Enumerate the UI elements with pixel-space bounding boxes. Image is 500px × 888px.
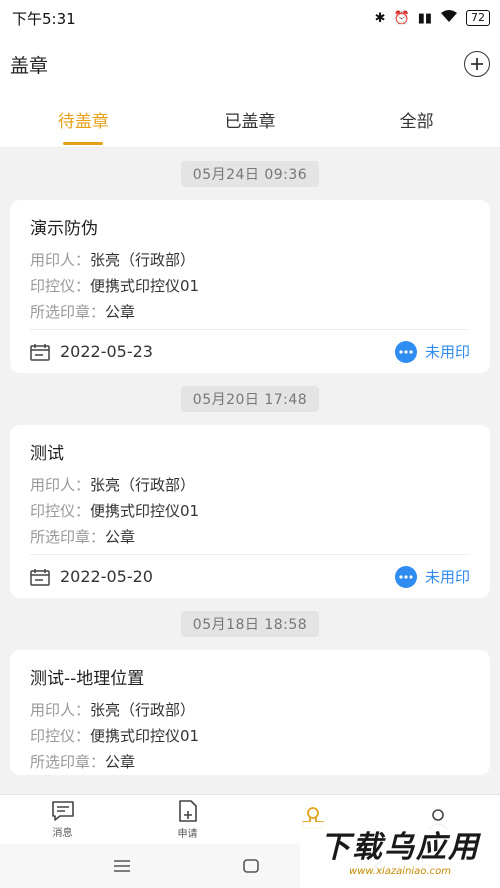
- apply-icon: [178, 800, 197, 822]
- device-label: 印控仪：: [30, 277, 91, 295]
- device-value: 便携式印控仪01: [90, 727, 200, 745]
- date-chip: 05月18日 18:58: [180, 611, 320, 637]
- stamp-card[interactable]: 演示防伪 用印人：张亮（行政部） 印控仪：便携式印控仪01 所选印章：公章 20…: [10, 200, 490, 373]
- seal-row: 所选印章：公章: [30, 749, 470, 775]
- status-label: 未用印: [424, 568, 470, 586]
- date-divider: 05月20日 17:48: [0, 373, 500, 425]
- status-bar: 下午5:31 ✱ ⏰ ▮▮ 72: [0, 0, 500, 36]
- seal-label: 所选印章：: [30, 303, 106, 321]
- user-label: 用印人：: [30, 701, 91, 719]
- user-value: 张亮（行政部）: [90, 476, 196, 494]
- message-icon: [51, 801, 74, 821]
- seal-row: 所选印章：公章: [30, 524, 470, 550]
- app-header: 盖章: [0, 36, 500, 92]
- watermark: 下载乌应用 www.xiazainiao.com: [300, 822, 500, 888]
- card-title: 测试--地理位置: [30, 669, 145, 689]
- device-value: 便携式印控仪01: [90, 502, 200, 520]
- device-label: 印控仪：: [30, 502, 91, 520]
- seal-label: 所选印章：: [30, 753, 106, 771]
- watermark-logo: 下载乌应用: [320, 830, 480, 865]
- plus-icon: [471, 58, 483, 70]
- stamp-card[interactable]: 测试--地理位置 用印人：张亮（行政部） 印控仪：便携式印控仪01 所选印章：公…: [10, 650, 490, 775]
- signal-icon: ▮▮: [417, 10, 432, 26]
- battery-indicator: 72: [466, 10, 490, 26]
- user-value: 张亮（行政部）: [90, 701, 196, 719]
- device-row: 印控仪：便携式印控仪01: [30, 723, 470, 749]
- status-icons: ✱ ⏰ ▮▮ 72: [375, 9, 490, 27]
- date-chip: 05月24日 09:36: [180, 161, 320, 187]
- status-label: 未用印: [424, 343, 470, 361]
- more-dots-icon: [394, 565, 417, 588]
- device-row: 印控仪：便携式印控仪01: [30, 273, 470, 299]
- calendar-icon: [30, 343, 50, 361]
- card-footer: 2022-05-23 未用印: [30, 329, 470, 373]
- calendar-icon: [30, 568, 50, 586]
- user-row: 用印人：张亮（行政部）: [30, 697, 470, 723]
- card-title: 测试: [30, 444, 64, 464]
- seal-value: 公章: [105, 753, 136, 771]
- alarm-icon: ⏰: [393, 10, 410, 26]
- seal-row: 所选印章：公章: [30, 299, 470, 325]
- card-footer: 2022-05-20 未用印: [30, 554, 470, 598]
- nav-messages[interactable]: 消息: [0, 795, 125, 844]
- user-row: 用印人：张亮（行政部）: [30, 472, 470, 498]
- device-value: 便携式印控仪01: [90, 277, 200, 295]
- seal-value: 公章: [105, 528, 136, 546]
- nav-label: 消息: [52, 828, 73, 839]
- device-label: 印控仪：: [30, 727, 91, 745]
- date-divider: 05月18日 18:58: [0, 598, 500, 650]
- tab-pending[interactable]: 待盖章: [0, 92, 167, 147]
- tab-bar: 待盖章 已盖章 全部: [0, 92, 500, 148]
- user-row: 用印人：张亮（行政部）: [30, 247, 470, 273]
- card-title: 演示防伪: [30, 219, 98, 239]
- seal-value: 公章: [105, 303, 136, 321]
- user-label: 用印人：: [30, 476, 91, 494]
- home-icon[interactable]: [242, 858, 260, 874]
- apply-date: 2022-05-23: [60, 342, 153, 361]
- stamp-list[interactable]: 05月24日 09:36 演示防伪 用印人：张亮（行政部） 印控仪：便携式印控仪…: [0, 148, 500, 794]
- date-divider: 05月24日 09:36: [0, 148, 500, 200]
- user-value: 张亮（行政部）: [90, 251, 196, 269]
- bluetooth-icon: ✱: [374, 10, 386, 26]
- status-badge: 未用印: [394, 565, 470, 588]
- device-row: 印控仪：便携式印控仪01: [30, 498, 470, 524]
- nav-label: 申请: [177, 829, 198, 840]
- user-label: 用印人：: [30, 251, 91, 269]
- tab-all[interactable]: 全部: [333, 92, 500, 147]
- menu-icon[interactable]: [112, 859, 132, 873]
- date-chip: 05月20日 17:48: [180, 386, 320, 412]
- seal-label: 所选印章：: [30, 528, 106, 546]
- nav-apply[interactable]: 申请: [125, 795, 250, 844]
- watermark-url: www.xiazainiao.com: [349, 866, 451, 877]
- more-dots-icon: [394, 340, 417, 363]
- page-title: 盖章: [10, 54, 49, 77]
- stamp-card[interactable]: 测试 用印人：张亮（行政部） 印控仪：便携式印控仪01 所选印章：公章 2022…: [10, 425, 490, 598]
- tab-stamped[interactable]: 已盖章: [167, 92, 334, 147]
- status-time: 下午5:31: [12, 9, 76, 28]
- wifi-icon: [440, 9, 458, 27]
- add-button[interactable]: [464, 51, 490, 77]
- apply-date: 2022-05-20: [60, 567, 153, 586]
- status-badge: 未用印: [394, 340, 470, 363]
